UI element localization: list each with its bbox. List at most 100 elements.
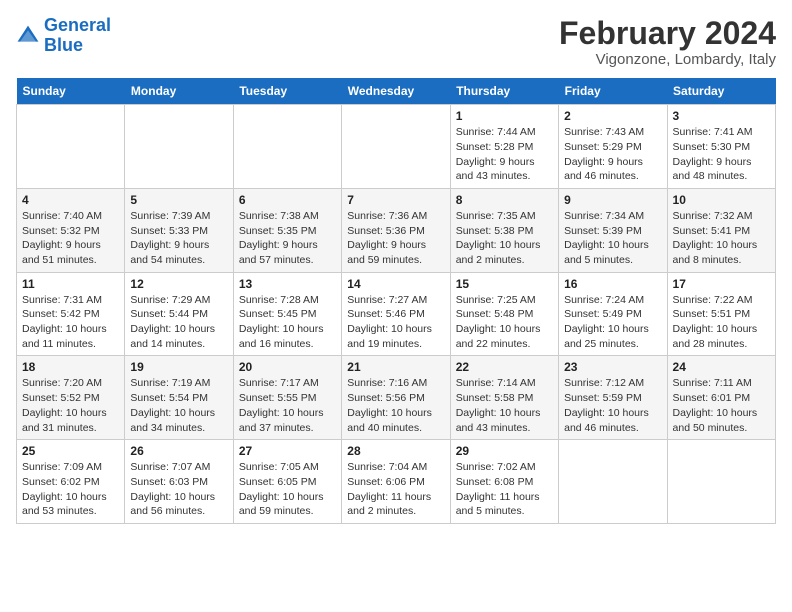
day-info: Sunrise: 7:11 AMSunset: 6:01 PMDaylight:…	[673, 376, 770, 435]
calendar-cell: 22 Sunrise: 7:14 AMSunset: 5:58 PMDayligh…	[450, 356, 558, 440]
calendar-body: 1Sunrise: 7:44 AMSunset: 5:28 PMDaylight…	[17, 105, 776, 524]
day-number: 14	[347, 277, 444, 291]
title-block: February 2024 Vigonzone, Lombardy, Italy	[559, 16, 776, 68]
day-number: 1	[456, 109, 553, 123]
day-number: 27	[239, 444, 336, 458]
day-number: 21	[347, 360, 444, 374]
day-info: Sunrise: 7:12 AMSunset: 5:59 PMDaylight:…	[564, 376, 661, 435]
calendar-cell: 17 Sunrise: 7:22 AMSunset: 5:51 PMDayligh…	[667, 272, 775, 356]
calendar-cell: 16 Sunrise: 7:24 AMSunset: 5:49 PMDayligh…	[559, 272, 667, 356]
day-number: 6	[239, 193, 336, 207]
logo-text: General Blue	[44, 16, 111, 56]
day-info: Sunrise: 7:14 AMSunset: 5:58 PMDaylight:…	[456, 376, 553, 435]
day-info: Sunrise: 7:31 AMSunset: 5:42 PMDaylight:…	[22, 293, 119, 352]
day-number: 11	[22, 277, 119, 291]
calendar-cell: 23 Sunrise: 7:12 AMSunset: 5:59 PMDayligh…	[559, 356, 667, 440]
weekday-header-row: SundayMondayTuesdayWednesdayThursdayFrid…	[17, 78, 776, 105]
calendar-cell: 18 Sunrise: 7:20 AMSunset: 5:52 PMDayligh…	[17, 356, 125, 440]
calendar-cell: 12 Sunrise: 7:29 AMSunset: 5:44 PMDayligh…	[125, 272, 233, 356]
weekday-header-wednesday: Wednesday	[342, 78, 450, 105]
calendar-cell: 2 Sunrise: 7:43 AMSunset: 5:29 PMDaylight…	[559, 105, 667, 189]
month-title: February 2024	[559, 16, 776, 51]
calendar-cell	[233, 105, 341, 189]
day-info: Sunrise: 7:40 AMSunset: 5:32 PMDaylight:…	[22, 209, 119, 268]
weekday-header-tuesday: Tuesday	[233, 78, 341, 105]
weekday-header-sunday: Sunday	[17, 78, 125, 105]
day-number: 16	[564, 277, 661, 291]
day-number: 5	[130, 193, 227, 207]
calendar-cell: 4 Sunrise: 7:40 AMSunset: 5:32 PMDaylight…	[17, 188, 125, 272]
day-number: 15	[456, 277, 553, 291]
day-info: Sunrise: 7:36 AMSunset: 5:36 PMDaylight:…	[347, 209, 444, 268]
day-info: Sunrise: 7:05 AMSunset: 6:05 PMDaylight:…	[239, 460, 336, 519]
calendar-cell: 10Sunrise: 7:32 AMSunset: 5:41 PMDayligh…	[667, 188, 775, 272]
day-info: Sunrise: 7:07 AMSunset: 6:03 PMDaylight:…	[130, 460, 227, 519]
calendar-cell: 3Sunrise: 7:41 AMSunset: 5:30 PMDaylight…	[667, 105, 775, 189]
day-info: Sunrise: 7:02 AMSunset: 6:08 PMDaylight:…	[456, 460, 553, 519]
day-number: 10	[673, 193, 770, 207]
day-info: Sunrise: 7:22 AMSunset: 5:51 PMDaylight:…	[673, 293, 770, 352]
calendar-header: SundayMondayTuesdayWednesdayThursdayFrid…	[17, 78, 776, 105]
calendar-cell: 15 Sunrise: 7:25 AMSunset: 5:48 PMDayligh…	[450, 272, 558, 356]
page-header: General Blue February 2024 Vigonzone, Lo…	[16, 16, 776, 68]
logo-icon	[16, 24, 40, 48]
day-number: 22	[456, 360, 553, 374]
calendar-cell: 8 Sunrise: 7:35 AMSunset: 5:38 PMDaylight…	[450, 188, 558, 272]
day-number: 25	[22, 444, 119, 458]
day-info: Sunrise: 7:25 AMSunset: 5:48 PMDaylight:…	[456, 293, 553, 352]
calendar-cell: 1Sunrise: 7:44 AMSunset: 5:28 PMDaylight…	[450, 105, 558, 189]
calendar-cell: 29 Sunrise: 7:02 AMSunset: 6:08 PMDayligh…	[450, 440, 558, 524]
day-number: 9	[564, 193, 661, 207]
calendar-cell: 25 Sunrise: 7:09 AMSunset: 6:02 PMDayligh…	[17, 440, 125, 524]
calendar-cell	[559, 440, 667, 524]
day-number: 23	[564, 360, 661, 374]
day-info: Sunrise: 7:24 AMSunset: 5:49 PMDaylight:…	[564, 293, 661, 352]
day-info: Sunrise: 7:20 AMSunset: 5:52 PMDaylight:…	[22, 376, 119, 435]
calendar-week-row: 1Sunrise: 7:44 AMSunset: 5:28 PMDaylight…	[17, 105, 776, 189]
day-number: 3	[673, 109, 770, 123]
calendar-cell: 5 Sunrise: 7:39 AMSunset: 5:33 PMDaylight…	[125, 188, 233, 272]
calendar-cell: 13Sunrise: 7:28 AMSunset: 5:45 PMDayligh…	[233, 272, 341, 356]
day-number: 12	[130, 277, 227, 291]
day-info: Sunrise: 7:09 AMSunset: 6:02 PMDaylight:…	[22, 460, 119, 519]
day-info: Sunrise: 7:29 AMSunset: 5:44 PMDaylight:…	[130, 293, 227, 352]
day-info: Sunrise: 7:34 AMSunset: 5:39 PMDaylight:…	[564, 209, 661, 268]
calendar-cell: 21 Sunrise: 7:16 AMSunset: 5:56 PMDayligh…	[342, 356, 450, 440]
calendar-week-row: 11 Sunrise: 7:31 AMSunset: 5:42 PMDayligh…	[17, 272, 776, 356]
calendar-cell: 26 Sunrise: 7:07 AMSunset: 6:03 PMDayligh…	[125, 440, 233, 524]
day-info: Sunrise: 7:39 AMSunset: 5:33 PMDaylight:…	[130, 209, 227, 268]
day-number: 17	[673, 277, 770, 291]
logo-line1: General	[44, 15, 111, 35]
day-info: Sunrise: 7:27 AMSunset: 5:46 PMDaylight:…	[347, 293, 444, 352]
day-info: Sunrise: 7:17 AMSunset: 5:55 PMDaylight:…	[239, 376, 336, 435]
day-number: 28	[347, 444, 444, 458]
calendar-cell: 28Sunrise: 7:04 AMSunset: 6:06 PMDayligh…	[342, 440, 450, 524]
calendar-cell: 6 Sunrise: 7:38 AMSunset: 5:35 PMDaylight…	[233, 188, 341, 272]
day-number: 20	[239, 360, 336, 374]
day-number: 18	[22, 360, 119, 374]
calendar-cell: 9 Sunrise: 7:34 AMSunset: 5:39 PMDaylight…	[559, 188, 667, 272]
day-number: 26	[130, 444, 227, 458]
calendar-table: SundayMondayTuesdayWednesdayThursdayFrid…	[16, 78, 776, 524]
calendar-cell: 11 Sunrise: 7:31 AMSunset: 5:42 PMDayligh…	[17, 272, 125, 356]
day-number: 8	[456, 193, 553, 207]
day-info: Sunrise: 7:38 AMSunset: 5:35 PMDaylight:…	[239, 209, 336, 268]
calendar-cell: 20 Sunrise: 7:17 AMSunset: 5:55 PMDayligh…	[233, 356, 341, 440]
calendar-cell: 14 Sunrise: 7:27 AMSunset: 5:46 PMDayligh…	[342, 272, 450, 356]
day-info: Sunrise: 7:16 AMSunset: 5:56 PMDaylight:…	[347, 376, 444, 435]
day-number: 29	[456, 444, 553, 458]
weekday-header-monday: Monday	[125, 78, 233, 105]
logo-line2: Blue	[44, 35, 83, 55]
calendar-week-row: 25 Sunrise: 7:09 AMSunset: 6:02 PMDayligh…	[17, 440, 776, 524]
day-number: 13	[239, 277, 336, 291]
weekday-header-thursday: Thursday	[450, 78, 558, 105]
calendar-cell	[125, 105, 233, 189]
calendar-cell	[667, 440, 775, 524]
day-number: 4	[22, 193, 119, 207]
day-number: 24	[673, 360, 770, 374]
calendar-cell	[17, 105, 125, 189]
day-number: 2	[564, 109, 661, 123]
logo: General Blue	[16, 16, 111, 56]
day-info: Sunrise: 7:43 AMSunset: 5:29 PMDaylight:…	[564, 125, 661, 184]
day-info: Sunrise: 7:35 AMSunset: 5:38 PMDaylight:…	[456, 209, 553, 268]
